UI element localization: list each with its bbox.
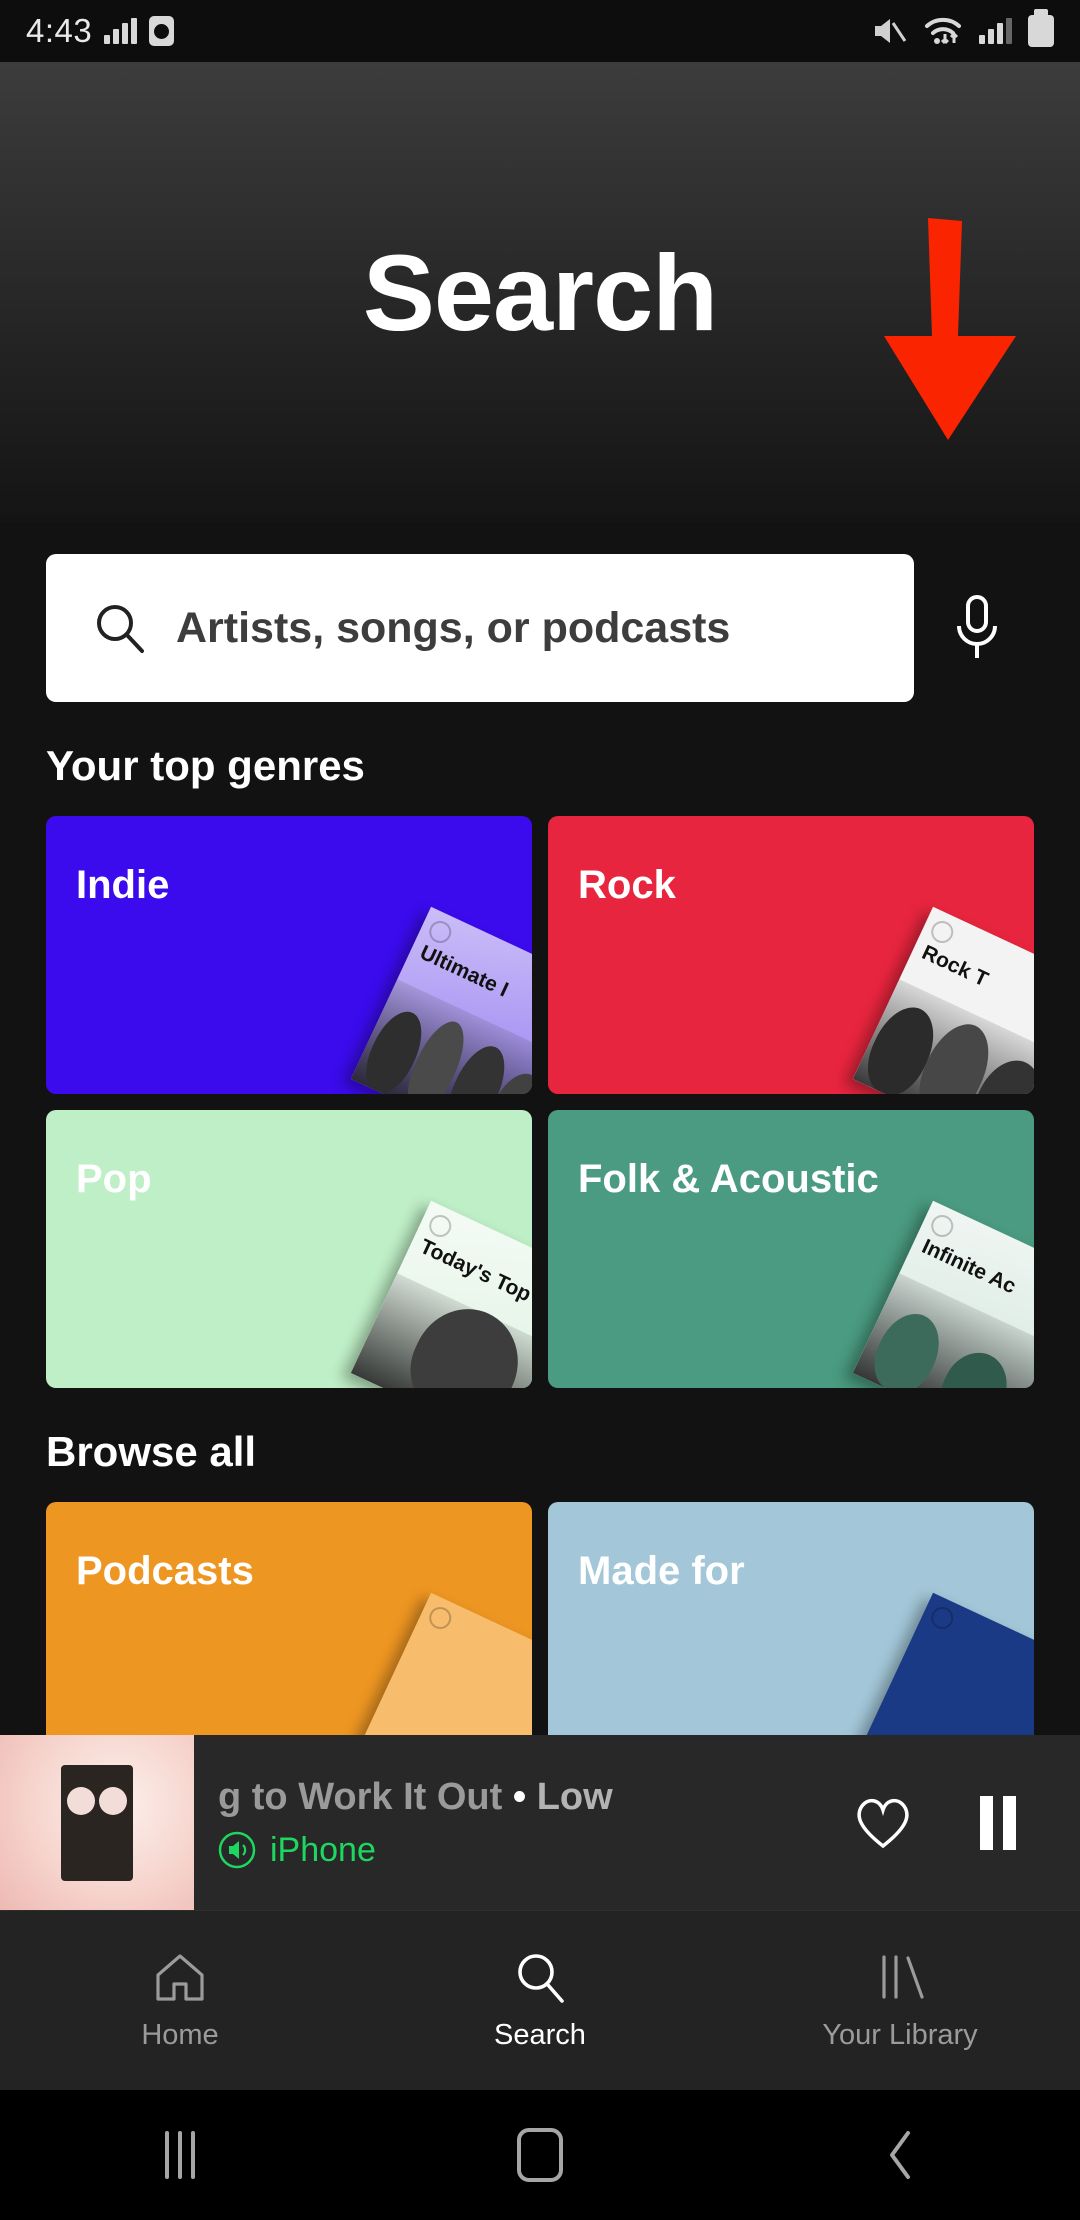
track-title: g to Work It Out: [218, 1775, 503, 1818]
genre-card-cover-art: Infinite Ac: [852, 1200, 1034, 1388]
tab-home[interactable]: Home: [0, 1949, 360, 2052]
microphone-icon: [957, 595, 997, 658]
player-controls: [852, 1794, 1080, 1852]
genre-card-rock[interactable]: Rock Rock T: [548, 816, 1034, 1094]
status-bar-left: 4:43: [26, 12, 175, 50]
home-button[interactable]: [360, 2128, 720, 2182]
section-title-browse-all: Browse all: [46, 1428, 257, 1475]
spotify-logo-icon: [927, 1603, 957, 1633]
search-placeholder: Artists, songs, or podcasts: [176, 603, 731, 652]
track-title-row: g to Work It Out • Low: [218, 1776, 852, 1819]
spotify-logo-icon: [425, 1603, 455, 1633]
genre-card-label: Indie: [76, 863, 170, 907]
status-bar: 4:43: [0, 0, 1080, 62]
genre-card-cover-art: Today's Top H: [350, 1200, 532, 1388]
wifi-icon: [925, 17, 961, 45]
connected-device[interactable]: iPhone: [218, 1831, 852, 1870]
section-title-top-genres: Your top genres: [46, 742, 365, 789]
alarm-clock-icon: [149, 16, 175, 46]
search-icon: [97, 605, 144, 653]
library-icon: [882, 1955, 924, 1999]
now-playing-bar[interactable]: g to Work It Out • Low iPhone: [0, 1735, 1080, 1910]
status-bar-right: [871, 9, 1054, 48]
battery-icon: [1028, 9, 1054, 47]
recents-icon: [165, 2131, 195, 2179]
tab-label: Search: [494, 2019, 586, 2051]
album-art: [0, 1735, 194, 1910]
pause-icon[interactable]: [974, 1794, 1022, 1852]
search-row: Artists, songs, or podcasts: [0, 554, 1080, 702]
genre-card-cover-art: Ultimate I: [350, 906, 532, 1094]
genre-card-folk-acoustic[interactable]: Folk & Acoustic Infinite Ac: [548, 1110, 1034, 1388]
browse-card-label: Made for: [578, 1549, 745, 1593]
voice-search-mic-button[interactable]: [942, 592, 1012, 664]
genre-card-cover-art: Rock T: [852, 906, 1034, 1094]
chevron-left-icon: [890, 2131, 910, 2179]
genre-card-label: Rock: [578, 863, 676, 907]
signal-bars-icon: [104, 18, 138, 44]
tab-your-library[interactable]: Your Library: [720, 1949, 1080, 2052]
top-genres-grid: Indie Ultimate I Rock Rock T Pop Today's…: [0, 816, 1080, 1388]
browse-card-label: Podcasts: [76, 1549, 254, 1593]
spotify-search-screen: 4:43 Search Artists, songs, or podcasts …: [0, 0, 1080, 2220]
genre-card-label: Folk & Acoustic: [578, 1157, 879, 1201]
genre-card-label: Pop: [76, 1157, 152, 1201]
heart-outline-icon[interactable]: [852, 1794, 914, 1852]
annotation-arrow-down-icon: [884, 218, 1016, 440]
bottom-tab-bar: Home Search Your Library: [0, 1910, 1080, 2090]
recents-button[interactable]: [0, 2131, 360, 2179]
search-icon: [518, 1954, 564, 2003]
home-icon: [156, 1954, 204, 2001]
now-playing-text: g to Work It Out • Low iPhone: [194, 1776, 852, 1870]
signal-bars-icon: [979, 18, 1012, 44]
mute-icon: [875, 19, 907, 43]
back-button[interactable]: [720, 2127, 1080, 2183]
title-separator: •: [512, 1775, 527, 1818]
genre-card-indie[interactable]: Indie Ultimate I: [46, 816, 532, 1094]
search-input[interactable]: Artists, songs, or podcasts: [46, 554, 914, 702]
tab-search[interactable]: Search: [360, 1949, 720, 2052]
home-square-icon: [517, 2128, 563, 2182]
tab-label: Home: [141, 2019, 219, 2051]
clock-time: 4:43: [26, 12, 93, 49]
track-artist: Low: [536, 1775, 613, 1818]
speaker-icon: [218, 1831, 256, 1869]
genre-card-pop[interactable]: Pop Today's Top H: [46, 1110, 532, 1388]
device-name: iPhone: [270, 1830, 376, 1869]
android-navigation-bar: [0, 2090, 1080, 2220]
page-title: Search: [362, 231, 718, 353]
tab-label: Your Library: [822, 2019, 978, 2051]
